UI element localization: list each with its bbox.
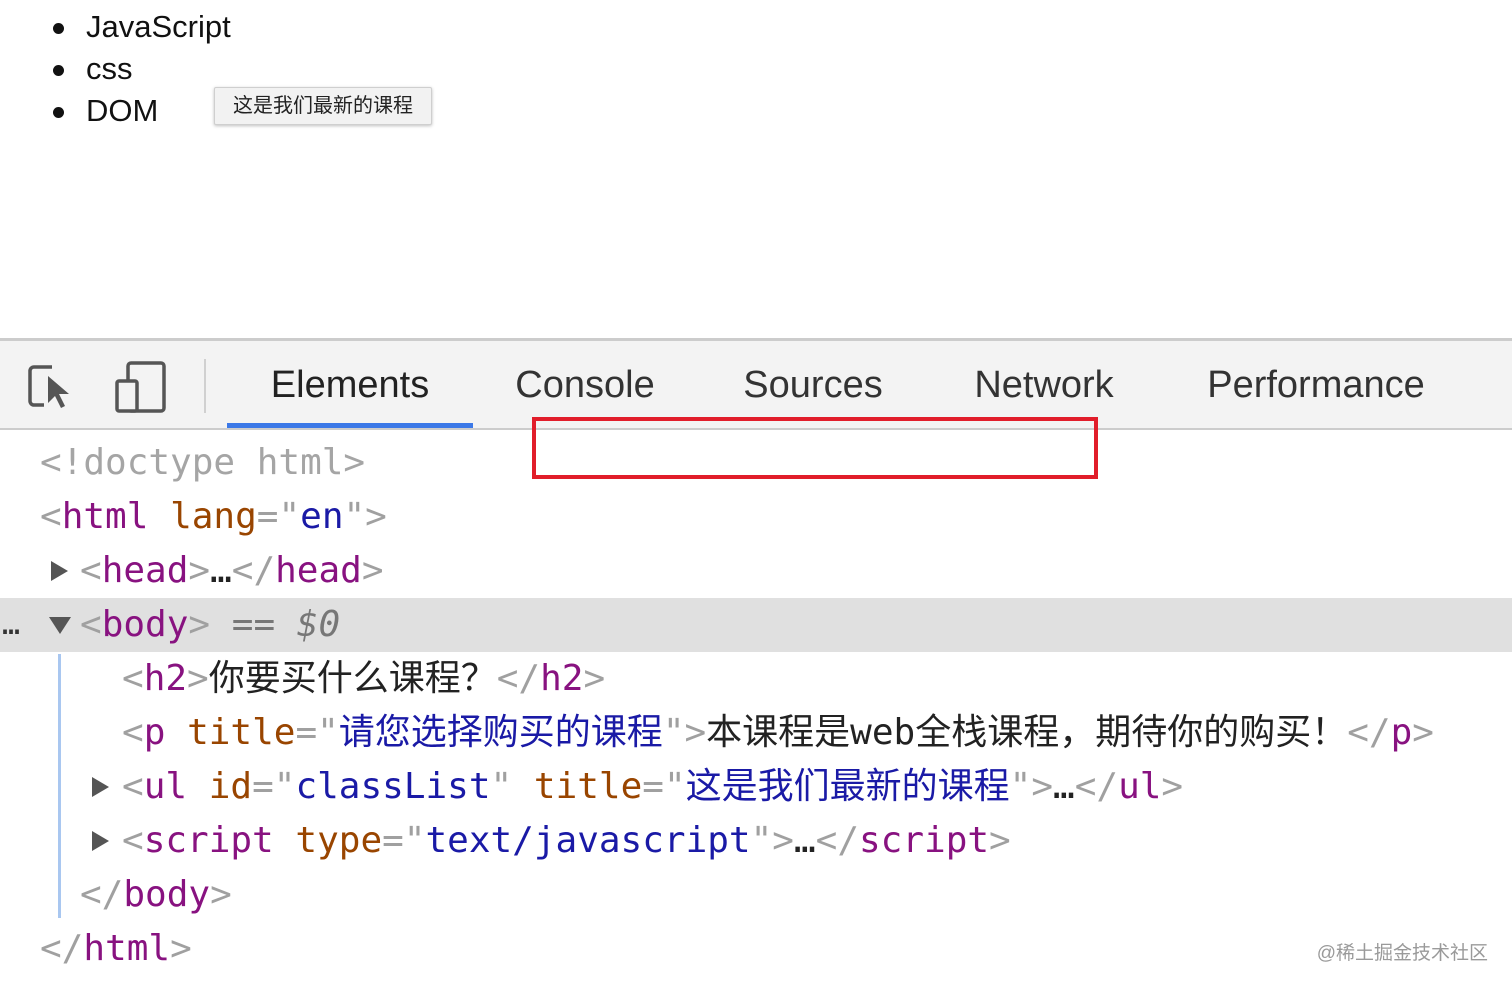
dom-node-h2[interactable]: <h2>你要买什么课程？</h2> bbox=[0, 652, 1512, 706]
tab-console[interactable]: Console bbox=[490, 341, 680, 428]
page-preview: JavaScript css DOM 这是我们最新的课程 bbox=[0, 0, 1512, 338]
tab-performance[interactable]: Performance bbox=[1180, 341, 1452, 428]
course-list: JavaScript css DOM bbox=[48, 6, 231, 132]
tab-elements[interactable]: Elements bbox=[227, 341, 473, 428]
list-item: JavaScript bbox=[48, 6, 231, 48]
toolbar-divider bbox=[204, 359, 206, 413]
dom-node-html[interactable]: <html lang="en"> bbox=[0, 490, 1512, 544]
dom-node-head[interactable]: <head>…</head> bbox=[0, 544, 1512, 598]
bullet-icon bbox=[53, 65, 64, 76]
expand-triangle-icon[interactable] bbox=[92, 777, 109, 797]
tab-network[interactable]: Network bbox=[946, 341, 1142, 428]
dom-node-body-close[interactable]: </body> bbox=[0, 868, 1512, 922]
dom-tree: <!doctype html> <html lang="en"> <head>…… bbox=[0, 430, 1512, 991]
title-attribute-highlight bbox=[532, 417, 1098, 479]
dom-node-ul[interactable]: <ul id="classList" title="这是我们最新的课程">…</… bbox=[0, 760, 1512, 814]
dom-node-script[interactable]: <script type="text/javascript">…</script… bbox=[0, 814, 1512, 868]
element-picker-icon[interactable] bbox=[22, 359, 82, 415]
dom-node-html-close[interactable]: </html> bbox=[0, 922, 1512, 976]
tab-sources[interactable]: Sources bbox=[718, 341, 908, 428]
expand-triangle-icon[interactable] bbox=[51, 561, 68, 581]
collapse-triangle-icon[interactable] bbox=[49, 617, 71, 634]
watermark: @稀土掘金技术社区 bbox=[1316, 943, 1488, 964]
title-tooltip: 这是我们最新的课程 bbox=[214, 87, 432, 125]
dom-node-body[interactable]: … <body> == $0 bbox=[0, 598, 1512, 652]
list-item: css bbox=[48, 48, 231, 90]
bullet-icon bbox=[53, 107, 64, 118]
dom-node-p[interactable]: <p title="请您选择购买的课程">本课程是web全栈课程，期待你的购买！… bbox=[0, 706, 1512, 760]
list-item: DOM bbox=[48, 90, 231, 132]
bullet-icon bbox=[53, 23, 64, 34]
device-toolbar-icon[interactable] bbox=[110, 359, 170, 415]
more-actions-icon[interactable]: … bbox=[2, 598, 20, 652]
expand-triangle-icon[interactable] bbox=[92, 831, 109, 851]
